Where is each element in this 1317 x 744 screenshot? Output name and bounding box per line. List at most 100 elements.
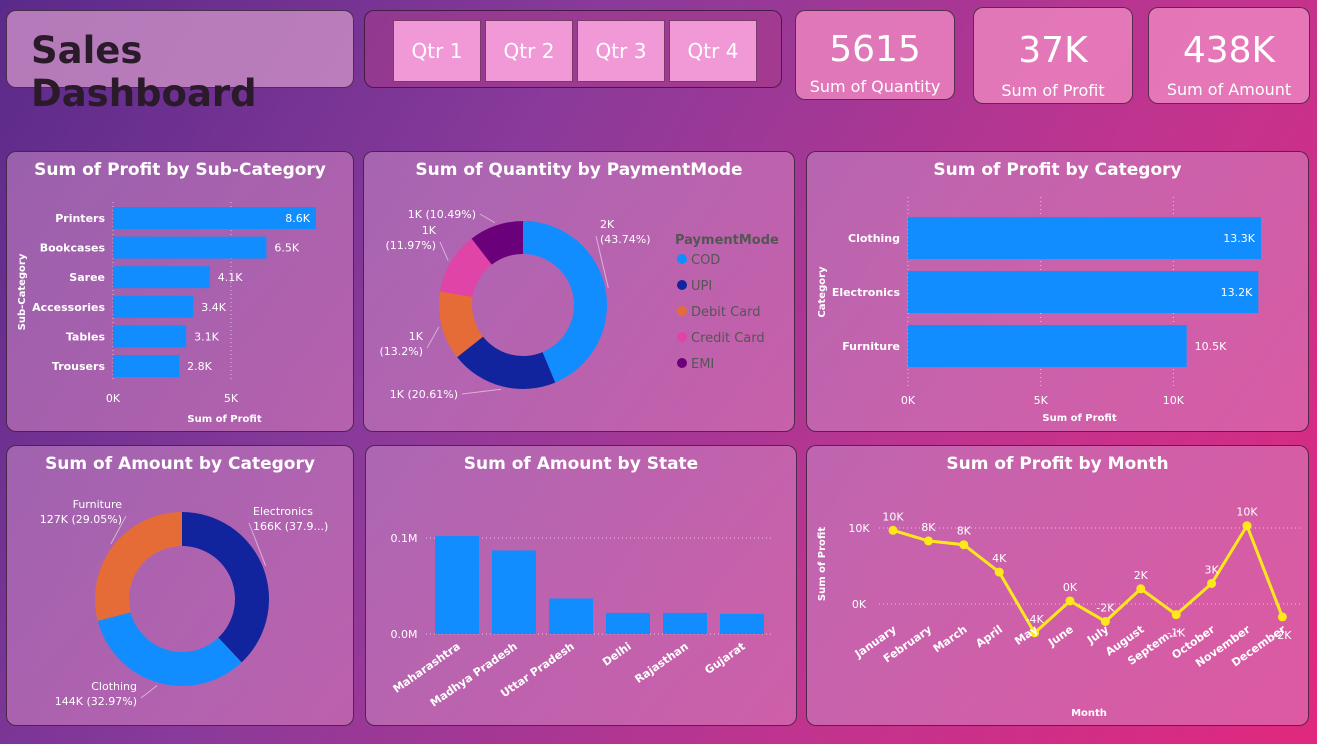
data-label: 1K (10.49%) [408, 208, 476, 221]
category-label: Furniture [842, 340, 900, 353]
amount-category-chart: Electronics 166K (37.9...) Clothing 144K (3… [40, 498, 329, 708]
data-label: 3.1K [194, 330, 219, 343]
amount-category-panel: Sum of Amount by Category Electronics 166… [6, 445, 354, 726]
month-label: May [1012, 623, 1040, 648]
kpi-profit-card: 37K Sum of Profit [973, 7, 1133, 104]
data-label: 4K [992, 552, 1007, 565]
bar-accessories [113, 295, 194, 318]
month-label: July [1084, 623, 1111, 647]
month-label: June [1045, 623, 1076, 650]
leader-line [461, 388, 502, 395]
y-tick-label: 0.0M [391, 628, 418, 641]
month-label: March [931, 623, 970, 656]
data-label: 3K [1204, 563, 1219, 576]
category-label: Saree [69, 271, 105, 284]
data-label: -4K [1026, 613, 1045, 626]
data-point [888, 525, 898, 535]
x-tick-label: 10K [1163, 394, 1185, 407]
kpi-quantity-card: 5615 Sum of Quantity [795, 10, 955, 100]
data-label: -2K [1096, 601, 1115, 614]
legend-item: Debit Card [691, 305, 761, 320]
data-label: Electronics [253, 505, 313, 518]
category-label: Clothing [848, 232, 900, 245]
category-label: Trousers [52, 360, 106, 373]
bar-electronics [908, 271, 1259, 313]
data-label: 10K [1236, 506, 1258, 519]
data-label: 1K (20.61%) [390, 388, 458, 401]
month-label: April [973, 623, 1005, 650]
series-line [892, 522, 1284, 636]
qtr4-button[interactable]: Qtr 4 [669, 20, 757, 82]
y-axis-label: Sub-Category [17, 253, 28, 330]
kpi-quantity-label: Sum of Quantity [809, 77, 941, 96]
data-point [1242, 521, 1252, 531]
legend-item: UPI [691, 279, 712, 294]
x-tick-label: 0K [901, 394, 916, 407]
profit-month-chart: 0K10K10K8K 8K4K-4K0K-2K2K-1K3K10K-2KJanua… [817, 506, 1302, 719]
quarter-slicer: Qtr 1 Qtr 2 Qtr 3 Qtr 4 [364, 10, 782, 88]
data-label: 2.8K [187, 360, 212, 373]
data-point [1065, 596, 1075, 606]
leader-line [479, 213, 496, 224]
x-tick-label: 0K [106, 392, 121, 405]
category-label: Accessories [32, 301, 105, 314]
qtr1-button[interactable]: Qtr 1 [393, 20, 481, 82]
data-label: 8K [957, 525, 972, 538]
data-label: 10.5K [1195, 340, 1227, 353]
data-point [1277, 612, 1287, 622]
profit-category-chart: 0K 5K 10K Clothing 13.3K Electronics 13.2K Furn… [817, 197, 1261, 424]
x-axis-label: Sum of Profit [1042, 413, 1116, 424]
kpi-profit-value: 37K [1018, 30, 1088, 71]
amount-state-panel: Sum of Amount by State 0.0M 0.1M Maharasht… [365, 445, 797, 726]
page-title: Sales Dashboard [31, 29, 257, 115]
legend-swatch [677, 254, 687, 264]
data-label: Furniture [73, 498, 123, 511]
leader-line [426, 326, 440, 349]
bar-gujarat [720, 613, 764, 634]
data-point [923, 536, 933, 546]
data-label: 127K (29.05%) [40, 513, 122, 526]
legend-swatch [677, 280, 687, 290]
data-label: Clothing [91, 680, 137, 693]
category-label: Printers [55, 212, 105, 225]
legend-item: Credit Card [691, 331, 765, 346]
data-point [959, 540, 969, 550]
data-label: (13.2%) [379, 345, 423, 358]
bar-saree [113, 266, 210, 289]
quantity-payment-chart: 2K (43.74%) 1K (20.61%) 1K (13.2%) 1K (11.97%)… [379, 208, 779, 401]
data-label: 13.2K [1221, 286, 1253, 299]
y-tick-label: 0.1M [391, 532, 418, 545]
category-label: Bookcases [40, 242, 106, 255]
bar-madhya-pradesh [492, 550, 536, 634]
legend-swatch [677, 332, 687, 342]
bar-maharashtra [435, 536, 479, 634]
slice-clothing [97, 612, 242, 686]
amount-state-chart: 0.0M0.1MMaharashtraMadhya PradeshUttar P… [391, 532, 771, 710]
bar-delhi [606, 612, 650, 634]
y-tick-label: 0K [852, 598, 867, 611]
leader-line [439, 241, 449, 261]
bar-rajasthan [663, 612, 707, 634]
y-tick-label: 10K [848, 522, 870, 535]
y-axis-label: Category [817, 266, 828, 318]
bar-trousers [113, 355, 180, 377]
data-label: (11.97%) [385, 239, 436, 252]
profit-subcategory-panel: Sum of Profit by Sub-Category 0K 5K Printe… [6, 151, 354, 432]
category-label: Rajasthan [632, 640, 690, 686]
qtr3-button[interactable]: Qtr 3 [577, 20, 665, 82]
x-axis-label: Sum of Profit [187, 414, 261, 425]
bar-furniture [908, 325, 1187, 367]
data-point [994, 567, 1004, 577]
legend-item: COD [691, 253, 720, 268]
qtr2-button[interactable]: Qtr 2 [485, 20, 573, 82]
data-label: 0K [1063, 581, 1078, 594]
title-card: Sales Dashboard [6, 10, 354, 115]
data-label: 8.6K [285, 212, 310, 225]
bar-bookcases [113, 236, 267, 259]
category-label: Gujarat [702, 640, 747, 677]
leader-line [140, 685, 158, 699]
data-label: 8K [921, 521, 936, 534]
bar-tables [113, 325, 187, 348]
profit-subcategory-chart: 0K 5K Printers 8.6K Bookcases 6.5K Saree 4.1K Ac… [17, 202, 316, 425]
x-axis-label: Month [1071, 708, 1107, 719]
